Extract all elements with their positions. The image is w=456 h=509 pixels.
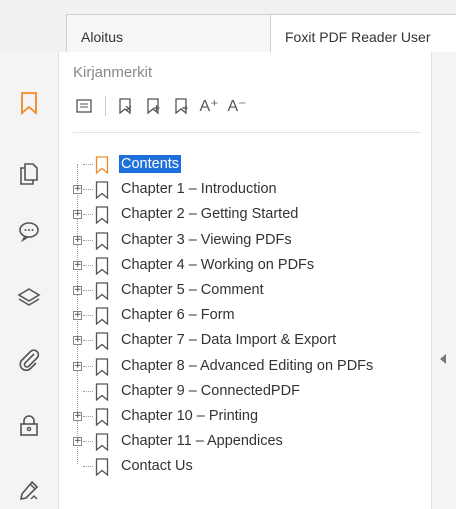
attachments-icon[interactable]: [16, 347, 42, 373]
bookmark-item[interactable]: + Chapter 10 – Printing: [73, 404, 423, 429]
bookmark-icon: [95, 383, 111, 402]
bookmark-item[interactable]: + Chapter 4 – Working on PDFs: [73, 253, 423, 278]
bookmark-icon: [95, 357, 111, 376]
bookmark-label: Chapter 5 – Comment: [121, 281, 264, 298]
bookmark-icon[interactable]: [16, 90, 42, 116]
expand-toggle[interactable]: +: [73, 311, 82, 321]
bookmark-item[interactable]: + Chapter 1 – Introduction: [73, 177, 423, 202]
increase-font-icon[interactable]: A⁺: [198, 95, 220, 117]
bookmark-icon: [95, 307, 111, 326]
tree-connector: [83, 315, 93, 317]
tree-connector: [83, 189, 93, 191]
bookmark-icon: [95, 181, 111, 200]
toolbar-separator: [105, 96, 106, 116]
toolbar-divider: [73, 132, 421, 133]
bookmark-tree: Contents + Chapter 1 – Introduction + Chapte…: [73, 152, 423, 479]
bookmark-icon: [95, 257, 111, 276]
expand-toggle[interactable]: +: [73, 361, 82, 371]
bookmark-icon: [95, 282, 111, 301]
bookmark-item[interactable]: + Chapter 6 – Form: [73, 303, 423, 328]
bookmark-label: Chapter 6 – Form: [121, 307, 235, 324]
tree-connector: [83, 466, 93, 468]
bookmarks-panel: Kirjanmerkit A⁺ A⁻ Contents + Chapter 1 – …: [59, 52, 431, 509]
tab-home[interactable]: Aloitus: [66, 14, 278, 52]
bookmark-icon: [95, 433, 111, 452]
expand-toggle[interactable]: +: [73, 336, 82, 346]
add-child-bookmark-icon[interactable]: [170, 95, 192, 117]
bookmark-label: Chapter 2 – Getting Started: [121, 206, 299, 223]
document-pane-edge: [431, 52, 456, 509]
tree-connector: [83, 340, 93, 342]
bookmark-item[interactable]: + Chapter 5 – Comment: [73, 278, 423, 303]
bookmark-icon: [95, 408, 111, 427]
expand-toggle[interactable]: +: [73, 235, 82, 245]
expand-toggle[interactable]: +: [73, 437, 82, 447]
bookmark-icon: [95, 332, 111, 351]
bookmark-label: Chapter 3 – Viewing PDFs: [121, 231, 292, 248]
tree-connector: [83, 264, 93, 266]
panel-title: Kirjanmerkit: [73, 64, 153, 81]
bookmark-item[interactable]: Contents: [73, 152, 423, 177]
tab-document[interactable]: Foxit PDF Reader User: [270, 14, 456, 52]
bookmark-icon: [95, 156, 111, 175]
tree-connector: [83, 441, 93, 443]
bookmark-label: Contact Us: [121, 458, 193, 475]
bookmark-item[interactable]: + Chapter 8 – Advanced Editing on PDFs: [73, 354, 423, 379]
bookmark-item[interactable]: + Chapter 3 – Viewing PDFs: [73, 228, 423, 253]
bookmarks-toolbar: A⁺ A⁻: [73, 92, 254, 120]
bookmark-item[interactable]: Chapter 9 – ConnectedPDF: [73, 379, 423, 404]
tab-home-label: Aloitus: [81, 29, 124, 45]
tree-connector: [83, 390, 93, 392]
bookmark-icon: [95, 458, 111, 477]
collapse-panel-arrow[interactable]: [440, 354, 446, 364]
pages-icon[interactable]: [16, 161, 42, 187]
tree-connector: [83, 164, 93, 165]
bookmark-label: Chapter 4 – Working on PDFs: [121, 256, 315, 273]
expand-toggle[interactable]: +: [73, 210, 82, 220]
bookmark-item[interactable]: + Chapter 7 – Data Import & Export: [73, 328, 423, 353]
tab-document-label: Foxit PDF Reader User: [285, 29, 431, 45]
bookmark-icon: [95, 231, 111, 250]
bookmark-label: Chapter 7 – Data Import & Export: [121, 332, 337, 349]
layers-icon[interactable]: [16, 285, 42, 311]
tree-connector: [83, 239, 93, 241]
comments-icon[interactable]: [16, 218, 42, 244]
bookmark-label: Contents: [119, 155, 182, 173]
expand-toggle[interactable]: +: [73, 411, 82, 421]
tree-connector: [83, 365, 93, 367]
options-icon[interactable]: [73, 95, 95, 117]
bookmark-item[interactable]: + Chapter 11 – Appendices: [73, 429, 423, 454]
delete-bookmark-icon[interactable]: [114, 95, 136, 117]
tab-bar: Aloitus Foxit PDF Reader User: [0, 0, 456, 52]
bookmark-icon: [95, 206, 111, 225]
bookmark-item[interactable]: Contact Us: [73, 454, 423, 479]
bookmark-label: Chapter 9 – ConnectedPDF: [121, 382, 300, 399]
bookmark-label: Chapter 8 – Advanced Editing on PDFs: [121, 357, 374, 374]
security-icon[interactable]: [16, 412, 42, 438]
expand-toggle[interactable]: +: [73, 260, 82, 270]
navigation-sidebar: [0, 52, 59, 509]
add-bookmark-icon[interactable]: [142, 95, 164, 117]
tree-connector: [83, 415, 93, 417]
decrease-font-icon[interactable]: A⁻: [226, 95, 248, 117]
tree-connector: [83, 289, 93, 291]
bookmark-label: Chapter 11 – Appendices: [121, 433, 283, 450]
bookmark-label: Chapter 10 – Printing: [121, 407, 259, 424]
signature-icon[interactable]: [16, 478, 42, 504]
bookmark-label: Chapter 1 – Introduction: [121, 181, 277, 198]
bookmark-item[interactable]: + Chapter 2 – Getting Started: [73, 202, 423, 227]
tree-connector: [83, 214, 93, 216]
expand-toggle[interactable]: +: [73, 185, 82, 195]
expand-toggle[interactable]: +: [73, 285, 82, 295]
